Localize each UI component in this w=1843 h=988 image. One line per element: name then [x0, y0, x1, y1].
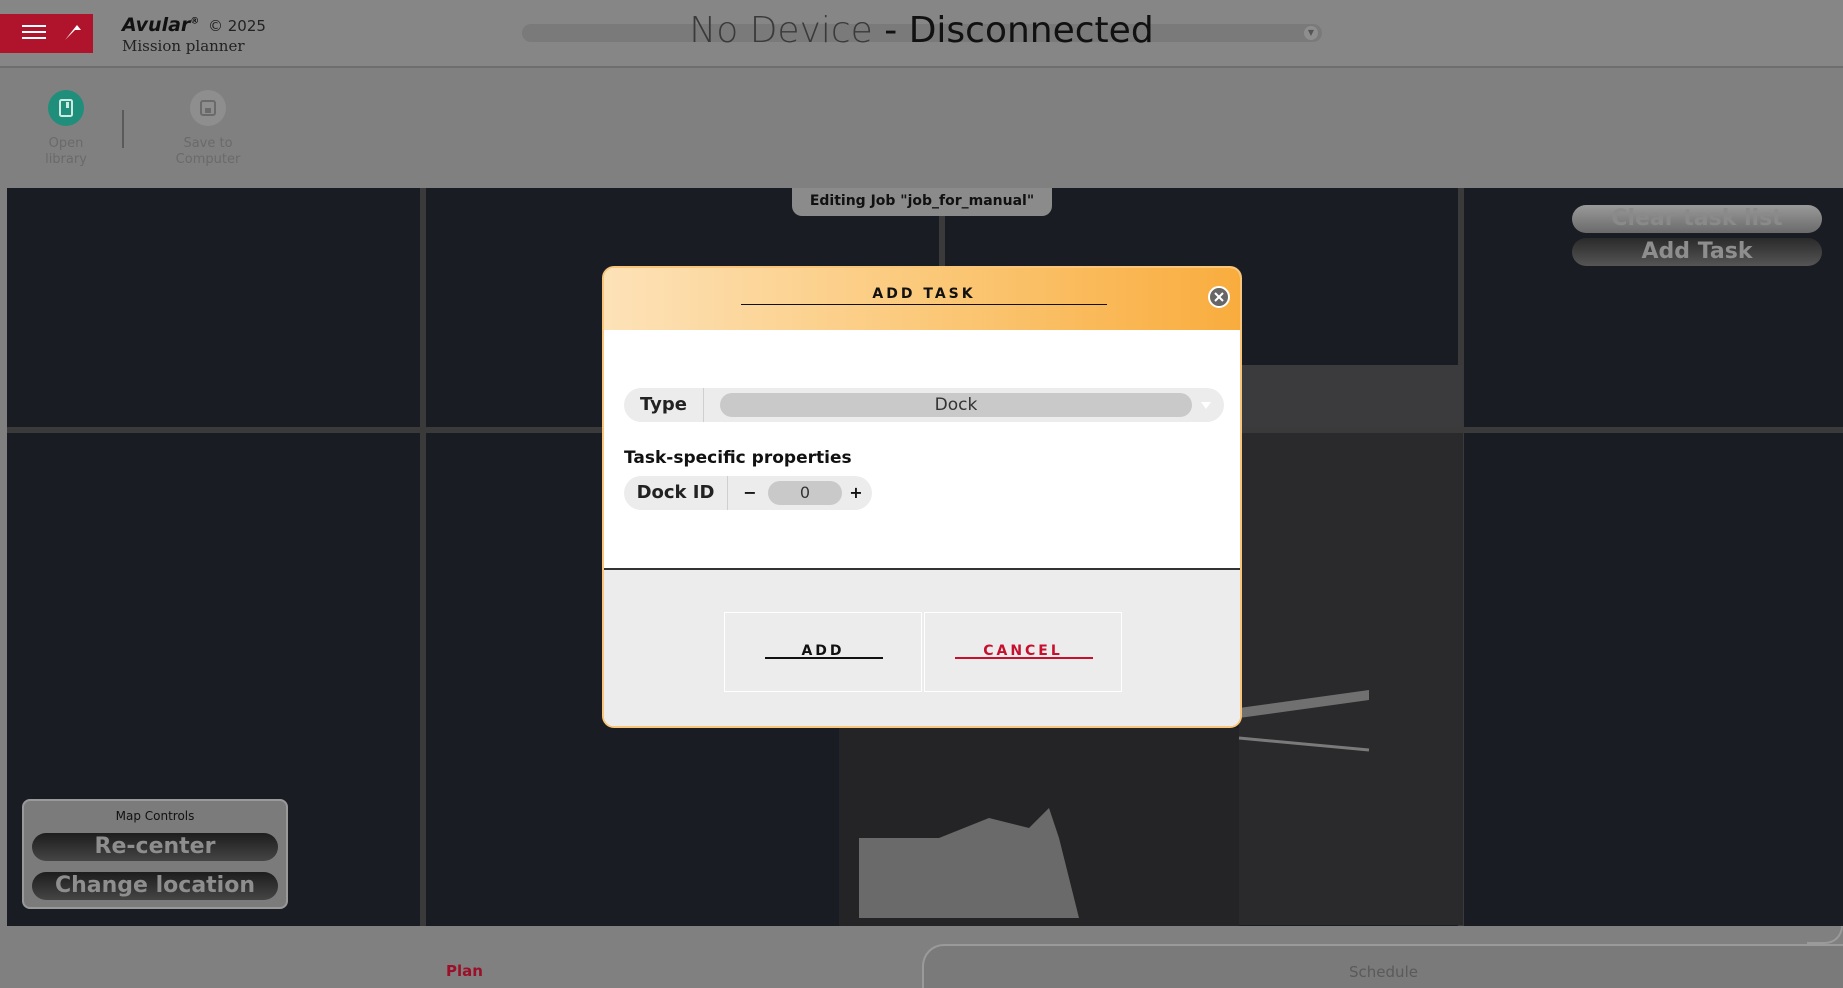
cancel-button[interactable]: CANCEL: [924, 612, 1122, 692]
dialog-title: ADD TASK: [741, 286, 1107, 305]
tab-schedule[interactable]: Schedule: [922, 944, 1843, 988]
device-status: - Disconnected: [872, 10, 1154, 51]
device-name: No Device: [689, 10, 873, 51]
toolbar-divider: [122, 110, 124, 148]
add-underline: [765, 657, 883, 659]
clear-task-list-button[interactable]: Clear task list: [1572, 205, 1822, 233]
map-area: [1239, 365, 1463, 427]
chevron-down-icon[interactable]: [1198, 397, 1214, 413]
add-task-dialog: ADD TASK Type Dock Task-specific propert…: [602, 266, 1242, 728]
recenter-button[interactable]: Re-center: [32, 833, 278, 861]
book-icon: [48, 90, 84, 126]
editing-job-label: Editing Job "job_for_manual": [792, 188, 1052, 216]
device-dropdown-icon[interactable]: ▼: [1304, 26, 1318, 40]
dialog-footer: ADD CANCEL: [604, 570, 1240, 726]
app-header: Avular® © 2025 Mission planner No Device…: [0, 0, 1843, 68]
decrement-button[interactable]: −: [740, 476, 760, 510]
cancel-underline: [955, 657, 1093, 659]
change-location-button[interactable]: Change location: [32, 872, 278, 900]
open-library-label: Open library: [45, 136, 87, 167]
map-grid-line: [420, 188, 426, 926]
save-to-computer-button[interactable]: Save to Computer: [153, 90, 263, 168]
dock-id-input[interactable]: 0: [768, 481, 842, 505]
device-status-title: No Device - Disconnected: [0, 10, 1843, 51]
type-field: Type Dock: [624, 388, 1224, 422]
save-to-computer-label: Save to Computer: [175, 136, 241, 167]
add-button[interactable]: ADD: [724, 612, 922, 692]
map-controls-title: Map Controls: [115, 809, 195, 823]
close-icon[interactable]: [1208, 286, 1230, 308]
toolbar: Open library Save to Computer: [7, 70, 1843, 188]
type-label: Type: [624, 388, 704, 422]
dialog-header: ADD TASK: [604, 268, 1240, 330]
tab-plan[interactable]: Plan: [7, 926, 922, 988]
open-library-button[interactable]: Open library: [11, 90, 121, 168]
type-select[interactable]: Dock: [720, 393, 1192, 417]
dock-id-label: Dock ID: [624, 476, 728, 510]
save-icon: [190, 90, 226, 126]
task-properties-title: Task-specific properties: [624, 448, 852, 468]
map-controls-panel: Map Controls Re-center Change location: [22, 799, 288, 909]
add-task-button[interactable]: Add Task: [1572, 238, 1822, 266]
bottom-tab-bar: Plan Schedule: [7, 926, 1843, 988]
tab-bar-edge: [1807, 926, 1843, 944]
increment-button[interactable]: +: [846, 476, 866, 510]
dock-id-field: Dock ID − 0 +: [624, 476, 872, 510]
